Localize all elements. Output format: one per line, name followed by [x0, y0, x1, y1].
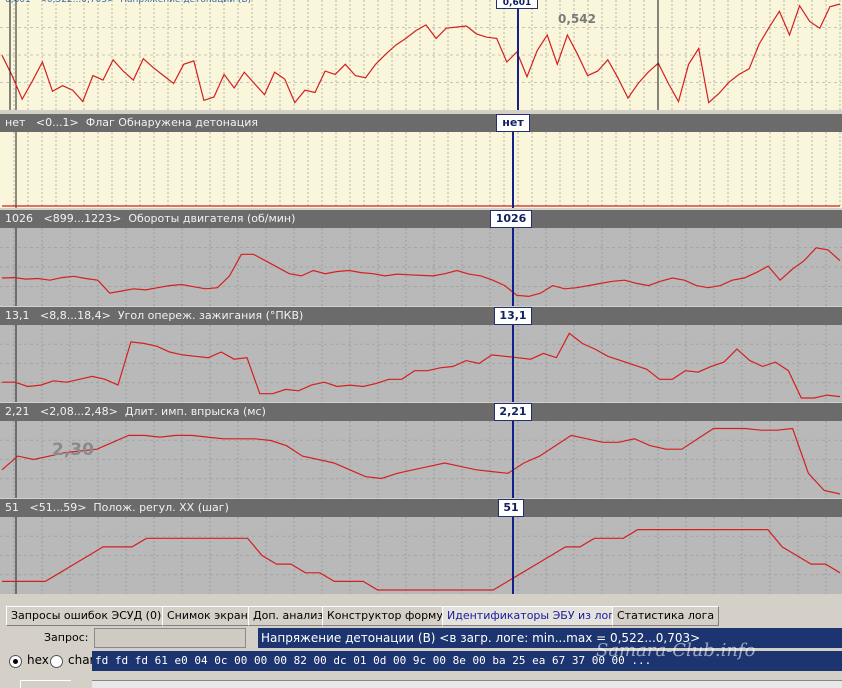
cursor-value-badge: 1026 — [490, 210, 532, 228]
tab-screenshot[interactable]: Снимок экрана — [162, 606, 260, 626]
hex-radio-label[interactable]: hex — [27, 653, 49, 667]
tab-bar: Запросы ошибок ЭСУД (0) Снимок экрана До… — [0, 604, 842, 626]
cursor-value-badge: 13,1 — [494, 307, 532, 325]
plot-idle-valve[interactable] — [0, 517, 842, 594]
strip-header-engine-rpm: 1026 <899...1223> Обороты двигателя (об/… — [0, 210, 842, 228]
tab-log-statistics[interactable]: Статистика лога — [612, 606, 720, 626]
request-label: Запрос: — [44, 631, 89, 644]
strip-header-ignition-timing: 13,1 <8,8...18,4> Угол опереж. зажигания… — [0, 307, 842, 325]
strip-header-knock-flag: нет <0...1> Флаг Обнаружена детонация не… — [0, 114, 842, 132]
plot-knock-flag[interactable] — [0, 132, 842, 208]
tab-formula-builder[interactable]: Конструктор формул — [322, 606, 455, 626]
tab-error-requests[interactable]: Запросы ошибок ЭСУД (0) — [6, 606, 167, 626]
strip-header-idle-valve: 51 <51...59> Полож. регул. ХХ (шаг) 51 — [0, 499, 842, 517]
cursor-value-badge: 0,601 — [496, 0, 538, 9]
request-input[interactable] — [94, 628, 246, 648]
plot-knock-voltage[interactable] — [0, 0, 842, 110]
strip-header-injection-pulse: 2,21 <2,08...2,48> Длит. имп. впрыска (м… — [0, 403, 842, 421]
tab-ecu-identifiers[interactable]: Идентификаторы ЭБУ из лога — [442, 606, 626, 626]
cursor-value-badge: нет — [496, 114, 530, 132]
cursor-value-badge: 51 — [498, 499, 524, 517]
strip-header-label: 2,21 <2,08...2,48> Длит. имп. впрыска (м… — [5, 405, 266, 418]
tab-extra-analysis[interactable]: Доп. анализ — [248, 606, 329, 626]
strip-header-label: 13,1 <8,8...18,4> Угол опереж. зажигания… — [5, 309, 304, 322]
char-radio[interactable] — [50, 655, 63, 668]
watermark: Samara-Club.info — [596, 640, 756, 661]
strip-header-label: нет <0...1> Флаг Обнаружена детонация — [5, 116, 258, 129]
hex-radio[interactable] — [9, 655, 22, 668]
overlay-value: 2,30 — [52, 440, 94, 460]
cursor-value-badge: 2,21 — [494, 403, 532, 421]
plot-injection-pulse[interactable] — [0, 421, 842, 498]
strip-header-label: 51 <51...59> Полож. регул. ХХ (шаг) — [5, 501, 229, 514]
strip-header-knock-voltage: 0,601 <0,522...0,703> Напряжение детонац… — [0, 0, 842, 9]
char-radio-label[interactable]: char — [68, 653, 95, 667]
overlay-value: 0,542 — [558, 12, 596, 26]
plot-engine-rpm[interactable] — [0, 228, 842, 306]
strip-header-label: 1026 <899...1223> Обороты двигателя (об/… — [5, 212, 296, 225]
plot-ignition-timing[interactable] — [0, 325, 842, 402]
strip-header-label: 0,601 <0,522...0,703> Напряжение детонац… — [5, 0, 252, 5]
